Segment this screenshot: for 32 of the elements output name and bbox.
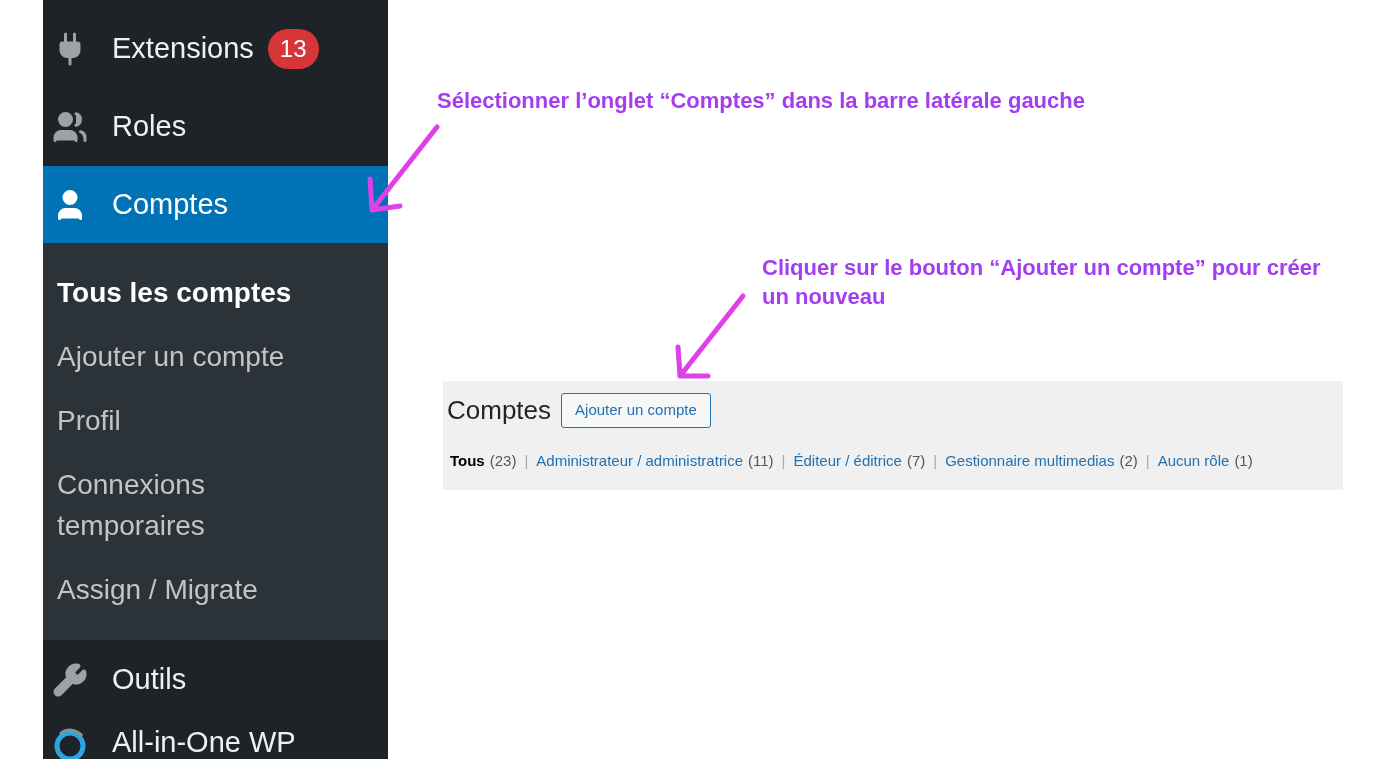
submenu-item[interactable]: Ajouter un compte — [57, 336, 317, 377]
submenu-item[interactable]: Assign / Migrate — [57, 569, 317, 610]
separator: | — [933, 451, 938, 471]
submenu-item[interactable]: Profil — [57, 400, 317, 441]
filter-link[interactable]: Gestionnaire multimedias — [945, 450, 1115, 473]
annotation-text: Sélectionner l’onglet “Comptes” dans la barre latérale gauche — [437, 87, 1086, 115]
filter-link[interactable]: Aucun rôle — [1157, 450, 1230, 473]
menu-item[interactable]: Outils — [43, 640, 388, 720]
menu-item[interactable]: Comptes — [43, 166, 388, 243]
separator: | — [1145, 451, 1150, 471]
count-badge: 13 — [267, 29, 319, 69]
submenu-item[interactable]: Connexions temporaires — [57, 464, 317, 546]
filter-count: (2) — [1119, 451, 1138, 471]
filter-count: (7) — [906, 451, 926, 471]
separator: | — [781, 451, 786, 471]
menu-item[interactable]: All-in-One WP — [43, 720, 388, 759]
filter-count: (23) — [489, 451, 517, 471]
submenu-item[interactable]: Tous les comptes — [57, 272, 317, 313]
annotation-text: Cliquer sur le bouton “Ajouter un compte” pour créer un nouveau — [762, 254, 1322, 311]
separator: | — [524, 451, 529, 471]
users-icon — [52, 109, 88, 145]
add-account-button[interactable]: Ajouter un compte — [561, 393, 711, 428]
filter-link[interactable]: Éditeur / éditrice — [793, 450, 902, 473]
wrench-icon — [52, 662, 88, 698]
menu-item[interactable]: Roles — [43, 88, 388, 166]
filter-count: (1) — [1234, 451, 1253, 471]
menu-item[interactable]: Extensions 13 — [43, 0, 388, 88]
page-title: Comptes — [447, 394, 552, 427]
filter-link[interactable]: Tous — [450, 450, 485, 473]
filter-link[interactable]: Administrateur / administratrice — [536, 450, 744, 473]
filter-count: (11) — [748, 451, 774, 471]
gauge-icon — [52, 726, 88, 759]
